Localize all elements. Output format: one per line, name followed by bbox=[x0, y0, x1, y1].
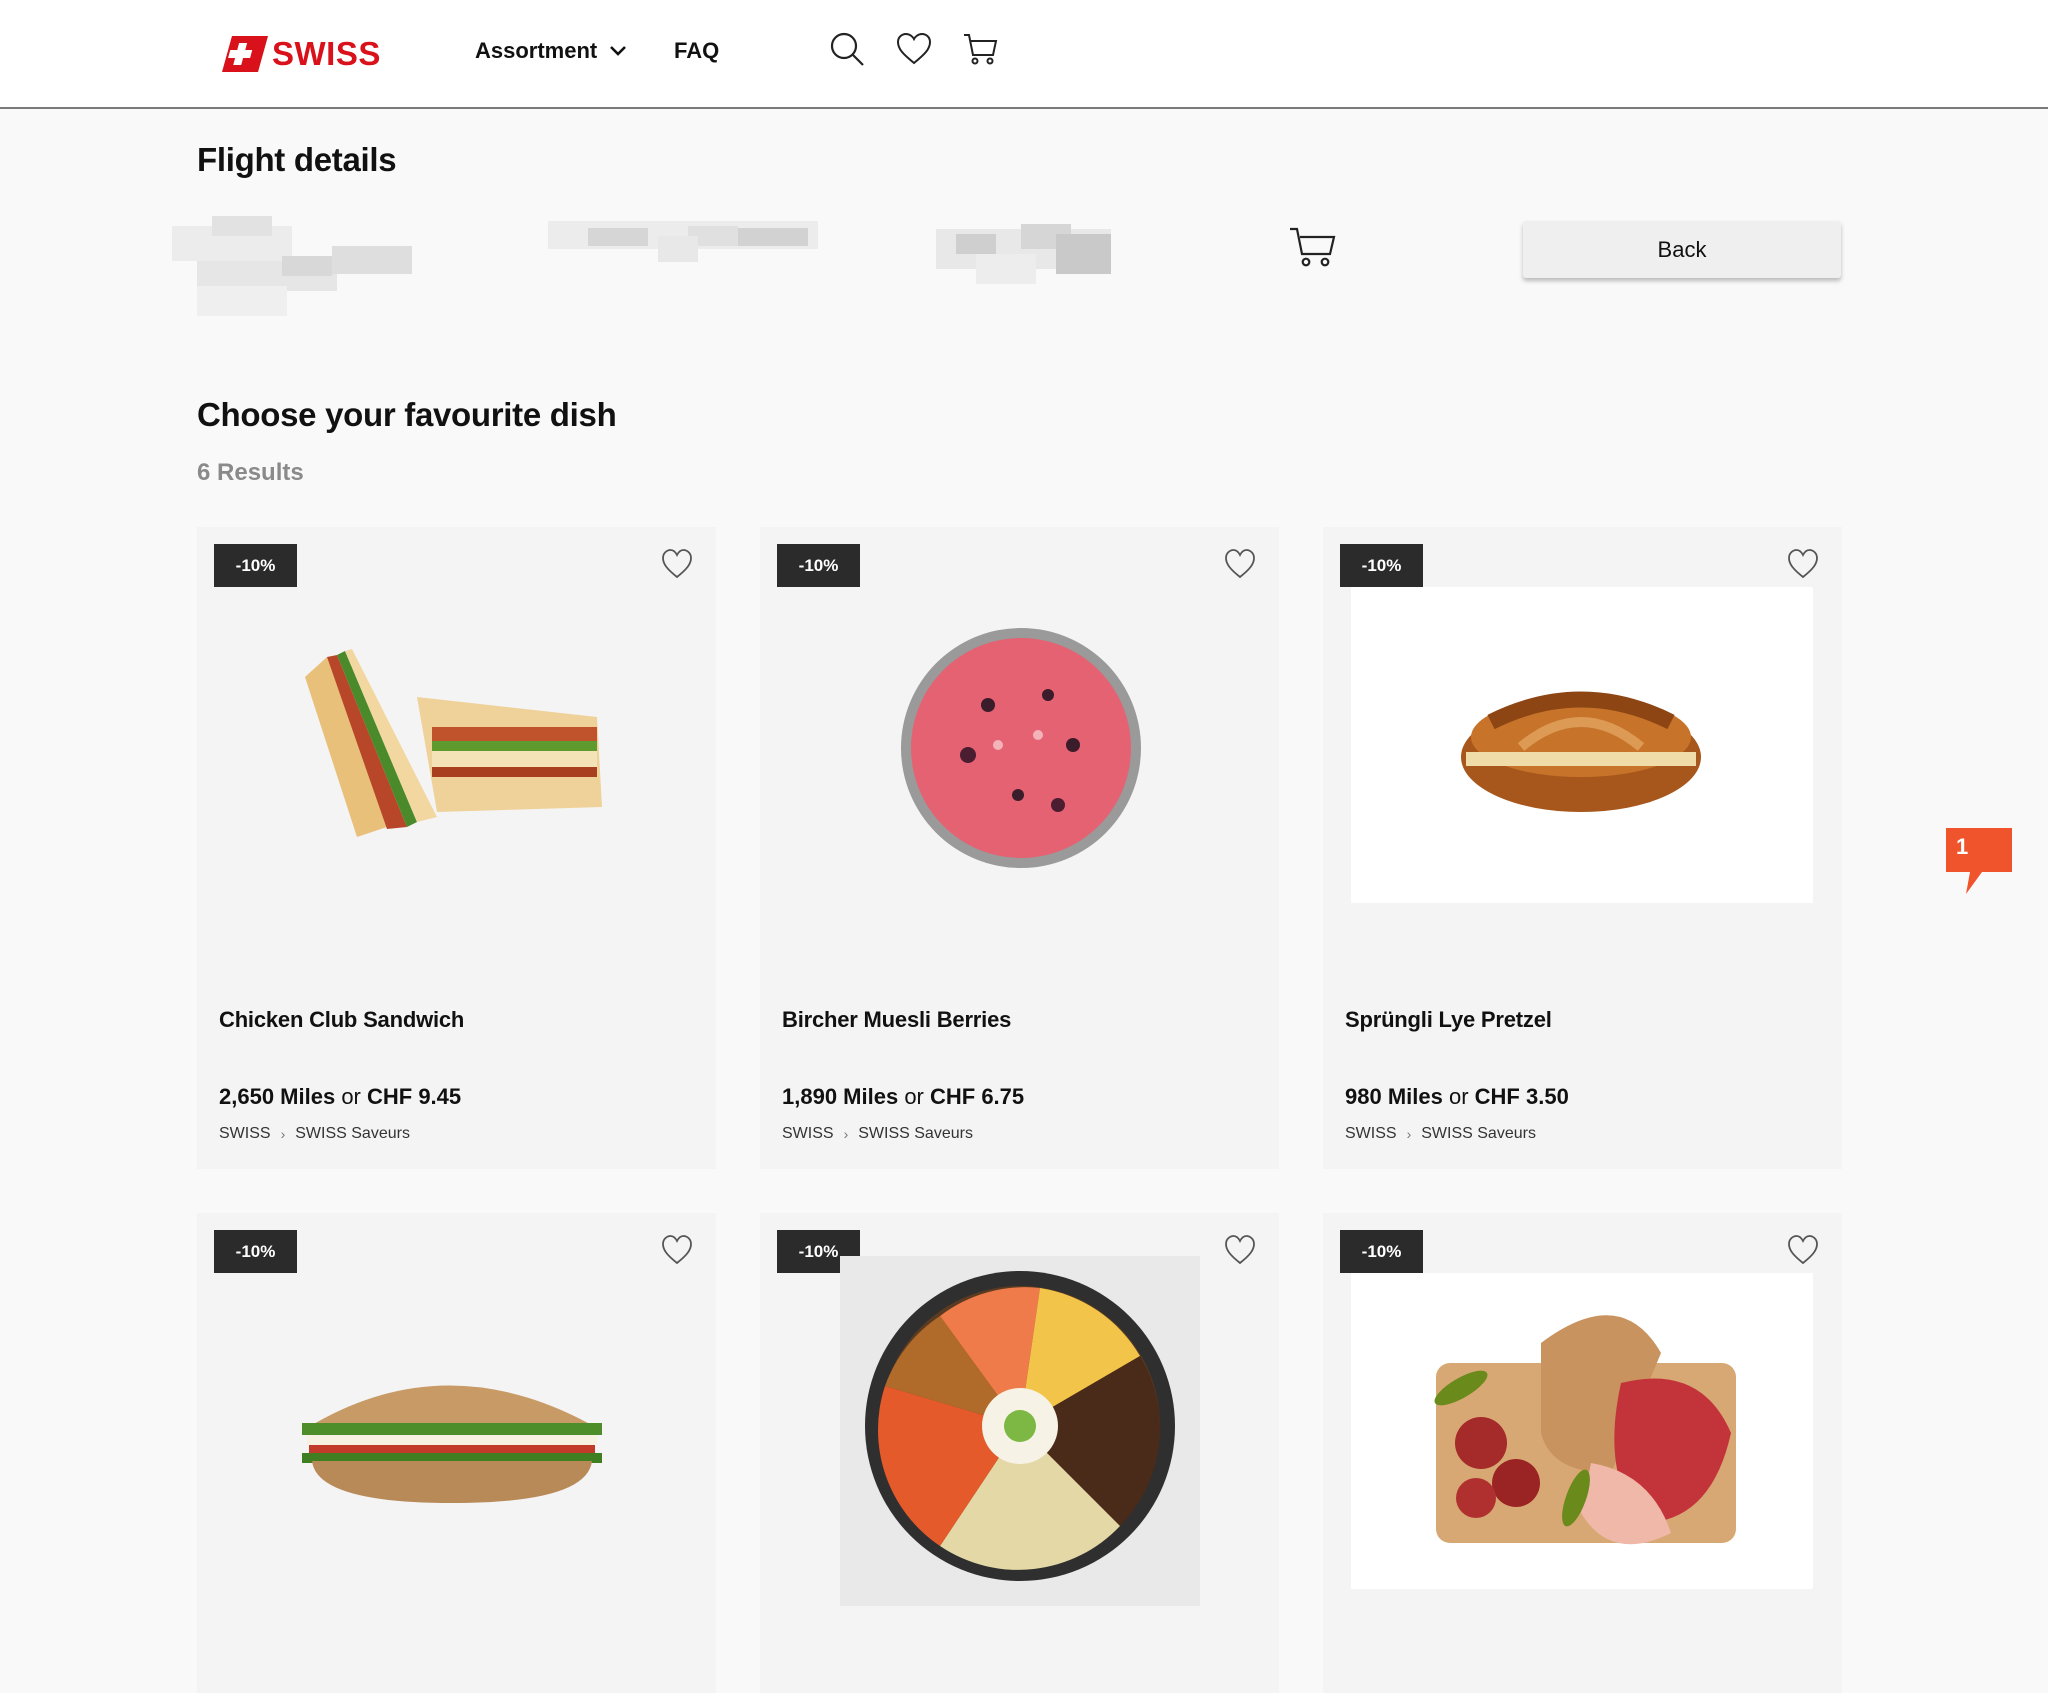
feedback-notification-icon[interactable]: 1 bbox=[1942, 826, 2016, 896]
nav-faq-label: FAQ bbox=[674, 38, 720, 63]
crumb-category[interactable]: SWISS Saveurs bbox=[858, 1125, 973, 1143]
favorite-heart-icon[interactable] bbox=[660, 547, 694, 581]
muesli-bowl-image bbox=[898, 625, 1144, 871]
pixelated-flight-info bbox=[172, 216, 417, 318]
charcuterie-board-image bbox=[1351, 1273, 1813, 1589]
sandwich-image bbox=[297, 637, 617, 857]
product-card-sprungli-lye-pretzel[interactable]: -10% Sprüngli Lye Pretzel 980 Miles or C… bbox=[1323, 527, 1842, 1169]
product-breadcrumb: SWISS › SWISS Saveurs bbox=[1345, 1125, 1536, 1143]
back-button[interactable]: Back bbox=[1523, 221, 1841, 278]
listing-title: Choose your favourite dish bbox=[197, 396, 617, 433]
product-card-bircher-muesli-berries[interactable]: -10% Bircher Muesli Berries 1,890 Miles … bbox=[760, 527, 1279, 1169]
discount-badge: -10% bbox=[777, 544, 860, 587]
product-card-chicken-club-sandwich[interactable]: -10% Chicken Club Sandwich 2,650 Miles o… bbox=[197, 527, 716, 1169]
price-miles: 1,890 Miles bbox=[782, 1084, 899, 1109]
chevron-right-icon: › bbox=[1406, 1126, 1412, 1142]
search-icon[interactable] bbox=[828, 30, 866, 68]
nav-assortment-label: Assortment bbox=[475, 38, 598, 63]
product-breadcrumb: SWISS › SWISS Saveurs bbox=[219, 1125, 410, 1143]
product-name[interactable]: Sprüngli Lye Pretzel bbox=[1345, 1007, 1552, 1033]
feedback-count: 1 bbox=[1956, 834, 1969, 859]
crumb-category[interactable]: SWISS Saveurs bbox=[1421, 1125, 1536, 1143]
product-card-6[interactable]: -10% bbox=[1323, 1213, 1842, 1693]
discount-badge: -10% bbox=[214, 544, 297, 587]
product-card-5[interactable]: -10% bbox=[760, 1213, 1279, 1693]
pixelated-flight-number bbox=[936, 224, 1111, 289]
bowl-image bbox=[840, 1256, 1200, 1606]
swiss-logo[interactable]: SWISS bbox=[222, 34, 381, 74]
favorite-heart-icon[interactable] bbox=[1786, 1233, 1820, 1267]
flight-details-title: Flight details bbox=[197, 141, 397, 178]
favorite-heart-icon[interactable] bbox=[1223, 1233, 1257, 1267]
price-chf: CHF 9.45 bbox=[367, 1084, 462, 1109]
chevron-down-icon bbox=[610, 46, 627, 56]
product-price: 1,890 Miles or CHF 6.75 bbox=[782, 1084, 1024, 1110]
chevron-right-icon: › bbox=[280, 1126, 286, 1142]
nav-faq[interactable]: FAQ bbox=[674, 38, 719, 64]
product-price: 2,650 Miles or CHF 9.45 bbox=[219, 1084, 461, 1110]
flight-cart-icon[interactable] bbox=[1288, 222, 1338, 272]
product-name[interactable]: Chicken Club Sandwich bbox=[219, 1007, 464, 1033]
price-chf: CHF 6.75 bbox=[930, 1084, 1025, 1109]
price-miles: 980 Miles bbox=[1345, 1084, 1443, 1109]
chevron-right-icon: › bbox=[843, 1126, 849, 1142]
price-miles: 2,650 Miles bbox=[219, 1084, 336, 1109]
favorite-heart-icon[interactable] bbox=[1223, 547, 1257, 581]
cart-icon[interactable] bbox=[962, 30, 1000, 68]
product-price: 980 Miles or CHF 3.50 bbox=[1345, 1084, 1569, 1110]
price-chf: CHF 3.50 bbox=[1474, 1084, 1569, 1109]
crumb-brand[interactable]: SWISS bbox=[1345, 1125, 1397, 1143]
results-count: 6 Results bbox=[197, 459, 304, 486]
swiss-flag-icon bbox=[222, 36, 268, 72]
favorites-heart-icon[interactable] bbox=[895, 30, 933, 68]
ciabatta-sandwich-image bbox=[287, 1353, 617, 1513]
discount-badge: -10% bbox=[1340, 1230, 1423, 1273]
site-header: SWISS Assortment FAQ bbox=[0, 0, 2048, 109]
discount-badge: -10% bbox=[1340, 544, 1423, 587]
logo-text: SWISS bbox=[272, 35, 381, 72]
pretzel-image bbox=[1351, 587, 1813, 903]
crumb-brand[interactable]: SWISS bbox=[782, 1125, 834, 1143]
price-or: or bbox=[1448, 1084, 1469, 1109]
product-card-4[interactable]: -10% bbox=[197, 1213, 716, 1693]
favorite-heart-icon[interactable] bbox=[660, 1233, 694, 1267]
crumb-category[interactable]: SWISS Saveurs bbox=[295, 1125, 410, 1143]
price-or: or bbox=[904, 1084, 924, 1109]
pixelated-flight-date bbox=[548, 216, 818, 266]
crumb-brand[interactable]: SWISS bbox=[219, 1125, 271, 1143]
price-or: or bbox=[341, 1084, 361, 1109]
discount-badge: -10% bbox=[214, 1230, 297, 1273]
favorite-heart-icon[interactable] bbox=[1786, 547, 1820, 581]
product-name[interactable]: Bircher Muesli Berries bbox=[782, 1007, 1011, 1033]
nav-assortment[interactable]: Assortment bbox=[475, 38, 627, 64]
product-breadcrumb: SWISS › SWISS Saveurs bbox=[782, 1125, 973, 1143]
